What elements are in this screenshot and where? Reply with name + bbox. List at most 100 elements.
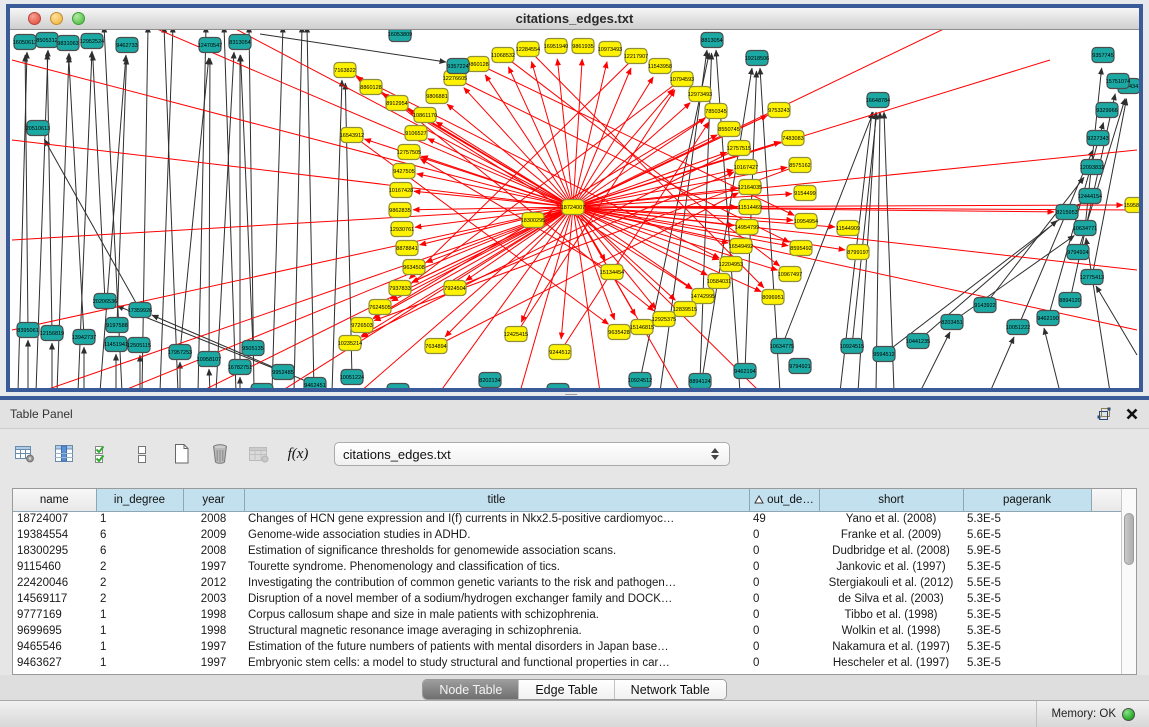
table-selector-dropdown[interactable]: citations_edges.txt bbox=[334, 442, 730, 466]
select-all-columns-icon[interactable] bbox=[90, 441, 116, 467]
svg-text:18300295: 18300295 bbox=[521, 218, 545, 224]
graph-node[interactable] bbox=[251, 384, 273, 389]
svg-text:9462451: 9462451 bbox=[304, 383, 325, 388]
svg-text:12425415: 12425415 bbox=[504, 332, 528, 338]
dropdown-stepper-icon bbox=[709, 448, 721, 460]
float-window-icon[interactable] bbox=[1095, 406, 1113, 422]
column-header-in_degree[interactable]: in_degree bbox=[96, 489, 183, 511]
column-header-pagerank[interactable]: pagerank bbox=[963, 489, 1091, 511]
svg-text:15958531: 15958531 bbox=[1124, 203, 1139, 209]
svg-text:13942737: 13942737 bbox=[72, 335, 96, 341]
show-columns-icon[interactable] bbox=[51, 441, 77, 467]
svg-text:8096951: 8096951 bbox=[762, 295, 783, 301]
table-row[interactable]: 977716911998Corpus callosum shape and si… bbox=[13, 607, 1123, 623]
svg-text:18724007: 18724007 bbox=[561, 205, 585, 211]
svg-text:16782751: 16782751 bbox=[228, 365, 252, 371]
svg-text:8799197: 8799197 bbox=[847, 250, 868, 256]
svg-text:12973493: 12973493 bbox=[688, 92, 712, 98]
svg-text:14742995: 14742995 bbox=[691, 294, 715, 300]
svg-text:16543912: 16543912 bbox=[340, 133, 364, 139]
status-bar: Memory: OK bbox=[0, 700, 1149, 727]
svg-text:7624505: 7624505 bbox=[369, 305, 390, 311]
svg-text:9726503: 9726503 bbox=[351, 323, 372, 329]
svg-text:10634771: 10634771 bbox=[1073, 226, 1097, 232]
svg-text:14954799: 14954799 bbox=[735, 225, 759, 231]
svg-text:12930761: 12930761 bbox=[390, 227, 414, 233]
table-row[interactable]: 1938455462009Genome-wide association stu… bbox=[13, 527, 1123, 543]
svg-text:9329966: 9329966 bbox=[1096, 108, 1117, 114]
svg-text:12757515: 12757515 bbox=[727, 146, 751, 152]
close-panel-icon[interactable] bbox=[1125, 407, 1139, 421]
minimize-window-button[interactable] bbox=[50, 12, 63, 25]
table-row[interactable]: 1830029562008Estimation of significance … bbox=[13, 543, 1123, 559]
delete-column-icon[interactable] bbox=[207, 441, 233, 467]
table-row[interactable]: 946362711997Embryonic stem cells: a mode… bbox=[13, 655, 1123, 671]
column-header-short[interactable]: short bbox=[819, 489, 963, 511]
svg-text:9952485: 9952485 bbox=[272, 370, 293, 376]
svg-text:11544909: 11544909 bbox=[836, 226, 860, 232]
tab-network-table[interactable]: Network Table bbox=[614, 680, 726, 699]
svg-text:8203451: 8203451 bbox=[941, 320, 962, 326]
table-row[interactable]: 1456911722003Disruption of a novel membe… bbox=[13, 591, 1123, 607]
svg-text:9462194: 9462194 bbox=[734, 369, 755, 375]
table-panel: Table Panel bbox=[0, 396, 1149, 700]
svg-text:9197588: 9197588 bbox=[106, 323, 127, 329]
svg-text:10973493: 10973493 bbox=[598, 47, 622, 53]
scrollbar-thumb[interactable] bbox=[1124, 513, 1134, 565]
svg-text:9794921: 9794921 bbox=[789, 364, 810, 370]
close-window-button[interactable] bbox=[28, 12, 41, 25]
table-row[interactable]: 2242004622012Investigating the contribut… bbox=[13, 575, 1123, 591]
toggle-columns-icon[interactable] bbox=[129, 441, 155, 467]
table-row[interactable]: 1872400712008Changes of HCN gene express… bbox=[13, 511, 1123, 527]
svg-text:9753243: 9753243 bbox=[768, 108, 789, 114]
svg-text:9794924: 9794924 bbox=[1067, 250, 1088, 256]
column-header-title[interactable]: title bbox=[244, 489, 749, 511]
svg-text:8575162: 8575162 bbox=[789, 163, 810, 169]
function-builder-icon[interactable]: f(x) bbox=[285, 441, 311, 467]
svg-text:12470547: 12470547 bbox=[198, 43, 222, 49]
column-header-year[interactable]: year bbox=[183, 489, 244, 511]
column-header-name[interactable]: name bbox=[13, 489, 96, 511]
table-row[interactable]: 911546021997Tourette syndrome. Phenomeno… bbox=[13, 559, 1123, 575]
svg-text:12164035: 12164035 bbox=[738, 185, 762, 191]
svg-text:19218506: 19218506 bbox=[745, 56, 769, 62]
network-window-titlebar[interactable]: citations_edges.txt bbox=[10, 8, 1139, 30]
graph-node[interactable] bbox=[547, 384, 569, 389]
graph-node[interactable] bbox=[387, 384, 409, 389]
svg-text:8860128: 8860128 bbox=[360, 85, 381, 91]
zoom-window-button[interactable] bbox=[72, 12, 85, 25]
svg-text:8894124: 8894124 bbox=[689, 379, 710, 385]
svg-text:12775413: 12775413 bbox=[1080, 275, 1104, 281]
svg-text:20510613: 20510613 bbox=[26, 126, 50, 132]
svg-text:10235214: 10235214 bbox=[338, 341, 362, 347]
svg-text:9831063: 9831063 bbox=[57, 41, 78, 47]
svg-text:10634775: 10634775 bbox=[770, 344, 794, 350]
table-options-icon[interactable] bbox=[12, 441, 38, 467]
svg-text:11543958: 11543958 bbox=[648, 64, 672, 70]
svg-text:9505135: 9505135 bbox=[242, 346, 263, 352]
table-scrollbar[interactable] bbox=[1121, 489, 1136, 674]
svg-text:16648784: 16648784 bbox=[866, 98, 890, 104]
svg-text:9634508: 9634508 bbox=[403, 265, 424, 271]
memory-ok-indicator-icon[interactable] bbox=[1122, 708, 1135, 721]
svg-text:12217907: 12217907 bbox=[624, 54, 648, 60]
svg-text:17359926: 17359926 bbox=[128, 308, 152, 314]
svg-text:8912954: 8912954 bbox=[386, 101, 407, 107]
svg-text:15134454: 15134454 bbox=[600, 270, 624, 276]
table-row[interactable]: 969969511998Structural magnetic resonanc… bbox=[13, 623, 1123, 639]
svg-text:12093832: 12093832 bbox=[1080, 165, 1104, 171]
network-window: citations_edges.txt 18724007980688110861… bbox=[6, 4, 1143, 392]
svg-text:9462733: 9462733 bbox=[116, 43, 137, 49]
svg-text:12925375: 12925375 bbox=[652, 317, 676, 323]
svg-text:8878841: 8878841 bbox=[396, 246, 417, 252]
table-row[interactable]: 946554611997Estimation of the future num… bbox=[13, 639, 1123, 655]
network-canvas[interactable]: 1872400798068811086117091065271275750594… bbox=[10, 30, 1139, 388]
svg-text:12156819: 12156819 bbox=[40, 331, 64, 337]
svg-text:15146815: 15146815 bbox=[630, 325, 654, 331]
svg-text:9861935: 9861935 bbox=[572, 44, 593, 50]
create-new-column-icon[interactable] bbox=[168, 441, 194, 467]
column-header-out_de[interactable]: out_de… bbox=[749, 489, 819, 511]
tab-edge-table[interactable]: Edge Table bbox=[518, 680, 613, 699]
attribute-table: namein_degreeyeartitleout_de…shortpagera… bbox=[12, 488, 1137, 675]
tab-node-table[interactable]: Node Table bbox=[423, 680, 518, 699]
